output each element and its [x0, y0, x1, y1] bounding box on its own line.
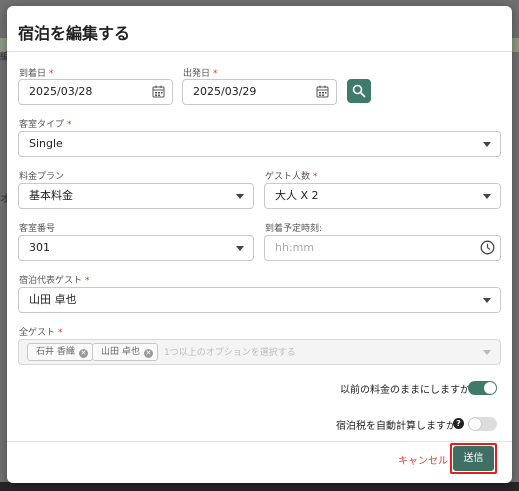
guest-chip: 石井 香織 ✕ [27, 343, 93, 361]
auto-tax-toggle[interactable] [468, 417, 497, 431]
chevron-down-icon [483, 194, 491, 199]
room-number-select[interactable]: 301 [18, 235, 254, 261]
guest-count-label: ゲスト人数 * [265, 172, 318, 182]
help-icon[interactable]: ? [453, 418, 464, 429]
submit-button[interactable]: 送信 [453, 446, 494, 471]
calendar-icon[interactable] [316, 85, 329, 98]
toggle-knob [469, 418, 481, 430]
departure-date-label: 出発日 * [183, 69, 218, 79]
dialog-title: 宿泊を編集する [18, 24, 131, 43]
arrival-time-label: 到着予定時刻: [265, 224, 323, 234]
auto-tax-label: 宿泊税を自動計算しますか？ [336, 421, 466, 432]
backdrop-bottom-bar [0, 482, 519, 491]
edit-stay-dialog: 宿泊を編集する 到着日 * 2025/03/28 出発日 * 2025/03/29 [7, 6, 512, 483]
room-type-label: 客室タイプ * [19, 120, 72, 130]
departure-date-input[interactable]: 2025/03/29 [182, 79, 337, 105]
arrival-time-input[interactable]: hh:mm [264, 235, 501, 261]
chevron-down-icon [236, 246, 244, 251]
search-icon [352, 84, 366, 98]
cancel-button[interactable]: キャンセル [398, 452, 448, 467]
remove-chip-icon: ✕ [78, 349, 88, 358]
chevron-down-icon [236, 194, 244, 199]
toggle-knob [484, 382, 496, 394]
representative-guest-select[interactable]: 山田 卓也 [18, 287, 501, 313]
clock-icon[interactable] [480, 240, 495, 255]
chevron-down-icon [483, 142, 491, 147]
representative-guest-label: 宿泊代表ゲスト * [19, 276, 90, 286]
all-guests-multiselect: 石井 香織 ✕ 山田 卓也 ✕ 1つ以上のオプションを選択する [18, 339, 501, 365]
room-number-label: 客室番号 [19, 224, 56, 234]
calendar-icon[interactable] [152, 85, 165, 98]
keep-rate-toggle[interactable] [468, 381, 497, 395]
keep-rate-label: 以前の料金のままにしますか？ [340, 385, 480, 396]
rate-plan-label: 料金プラン [19, 172, 65, 182]
room-type-select[interactable]: Single [18, 131, 501, 157]
rate-plan-select[interactable]: 基本料金 [18, 183, 254, 209]
remove-chip-icon: ✕ [143, 349, 153, 358]
arrival-date-input[interactable]: 2025/03/28 [18, 79, 173, 105]
search-button[interactable] [347, 79, 371, 103]
arrival-date-label: 到着日 * [19, 69, 54, 79]
all-guests-placeholder: 1つ以上のオプションを選択する [164, 348, 296, 358]
header-divider [7, 51, 512, 52]
chevron-down-icon [483, 350, 491, 355]
guest-chip: 山田 卓也 ✕ [92, 343, 158, 361]
all-guests-label: 全ゲスト * [19, 328, 63, 338]
footer-divider [7, 441, 512, 442]
guest-count-select[interactable]: 大人 X 2 [264, 183, 501, 209]
chevron-down-icon [483, 298, 491, 303]
